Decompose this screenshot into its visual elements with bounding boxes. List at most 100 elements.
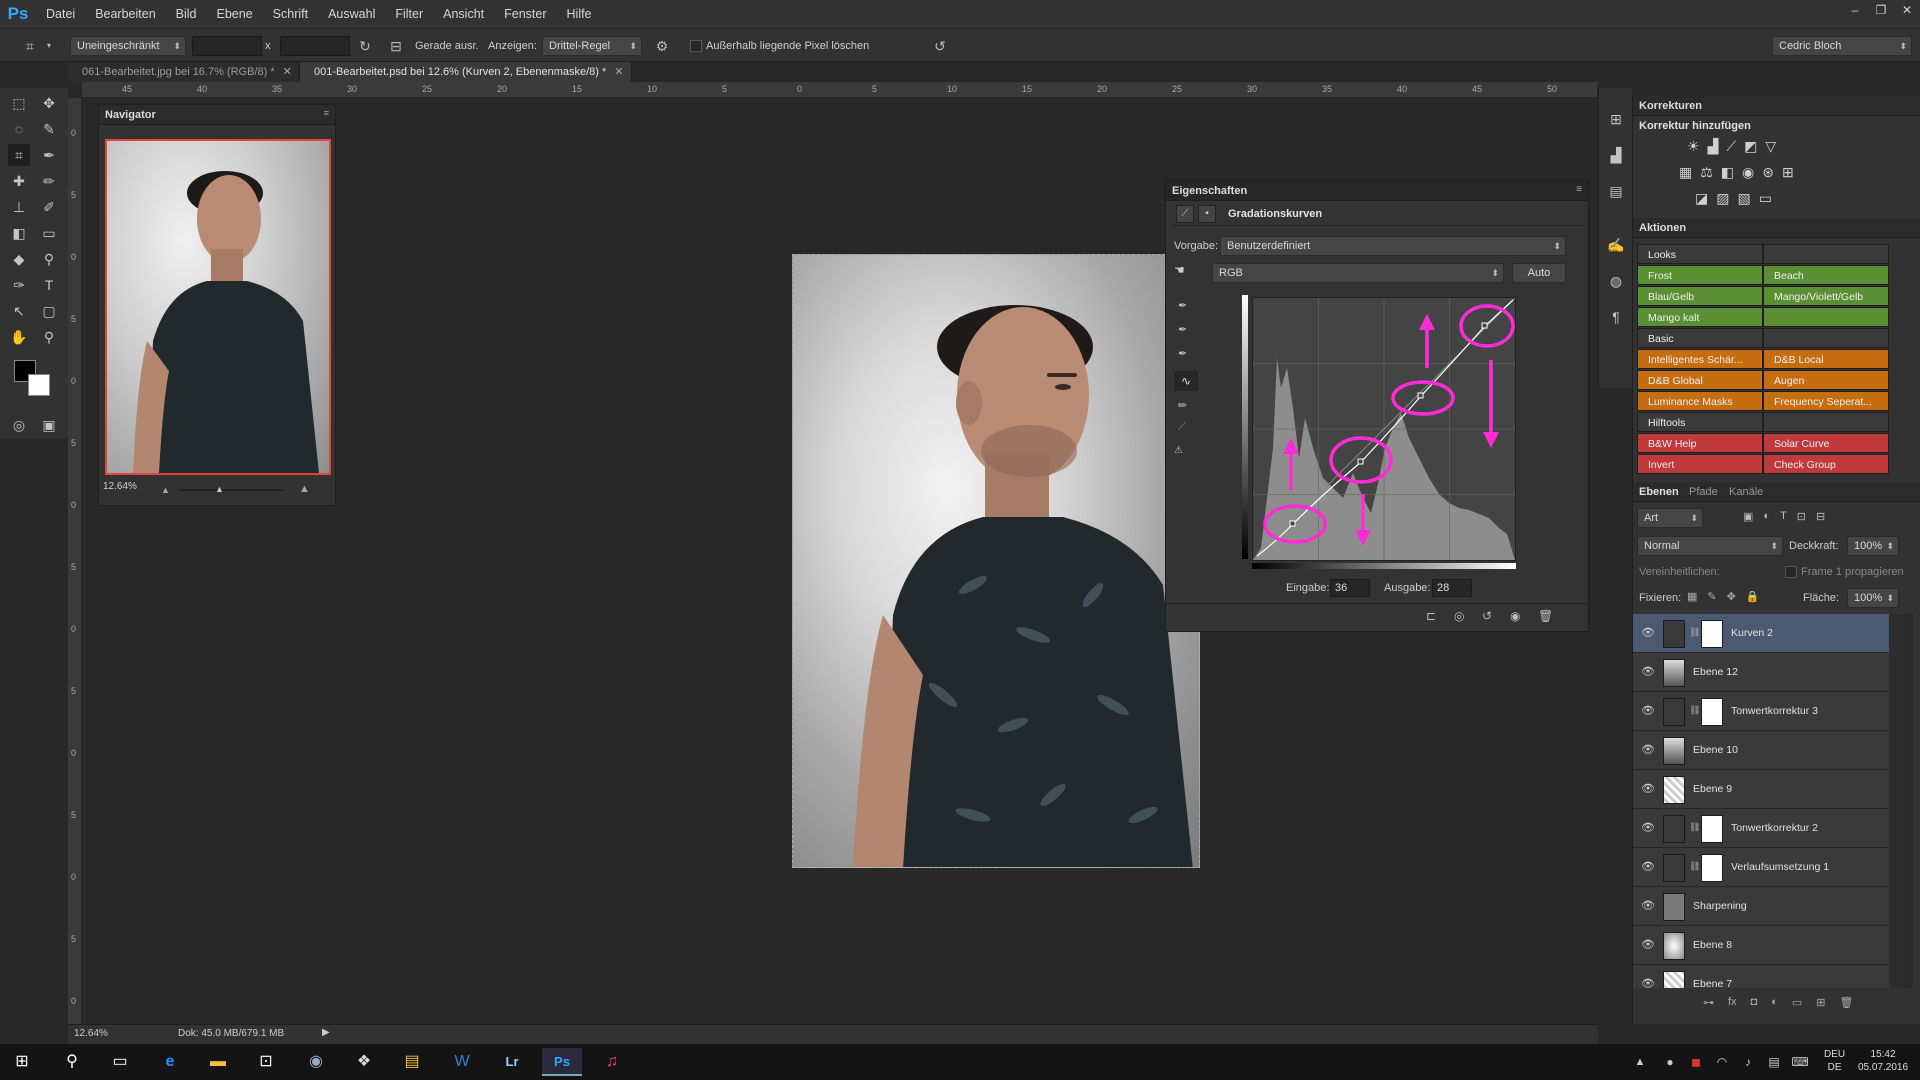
layer-row[interactable]: 👁 ⛓ Verlaufsumsetzung 1 bbox=[1633, 848, 1889, 887]
delete-icon[interactable]: 🗑 bbox=[1538, 609, 1553, 623]
preset-select[interactable]: Benutzerdefiniert bbox=[1220, 236, 1566, 256]
layer-row[interactable]: 👁 ⛓ Tonwertkorrektur 3 bbox=[1633, 692, 1889, 731]
gray-point-eyedropper-icon[interactable]: ✒ bbox=[1178, 323, 1187, 336]
auto-button[interactable]: Auto bbox=[1512, 263, 1566, 283]
propagate-checkbox[interactable] bbox=[1785, 566, 1797, 578]
action-button[interactable] bbox=[1763, 244, 1889, 264]
smooth-curve-icon[interactable]: ⟋ bbox=[1178, 421, 1186, 434]
language-code[interactable]: DEU bbox=[1824, 1048, 1845, 1061]
menu-bild[interactable]: Bild bbox=[166, 0, 207, 28]
opacity-input[interactable]: 100% bbox=[1847, 536, 1899, 556]
layer-filter-select[interactable]: Art bbox=[1637, 508, 1703, 528]
path-select-tool-icon[interactable]: ↖ bbox=[8, 300, 30, 322]
levels-icon[interactable]: ▟ bbox=[1708, 138, 1719, 155]
mask-icon[interactable]: ▪ bbox=[1198, 205, 1216, 223]
straighten-icon[interactable]: ⊟ bbox=[386, 36, 406, 56]
action-button[interactable]: D&B Global bbox=[1637, 370, 1763, 390]
swap-icon[interactable]: ↻ bbox=[355, 36, 375, 56]
action-button[interactable]: Luminance Masks bbox=[1637, 391, 1763, 411]
filter-shape-icon[interactable]: ⊡ bbox=[1797, 510, 1806, 523]
clipping-warning-icon[interactable]: ⚠ bbox=[1174, 445, 1183, 456]
action-button[interactable]: D&B Local bbox=[1763, 349, 1889, 369]
height-input[interactable] bbox=[280, 36, 350, 56]
lock-all-icon[interactable]: 🔒 bbox=[1746, 590, 1760, 603]
histogram-panel-icon[interactable]: ▟ bbox=[1605, 144, 1627, 166]
navigator-zoom-value[interactable]: 12.64% bbox=[103, 481, 137, 492]
action-button[interactable]: Mango/Violett/Gelb bbox=[1763, 286, 1889, 306]
action-button[interactable]: Beach bbox=[1763, 265, 1889, 285]
tab-document-1[interactable]: 061-Bearbeitet.jpg bei 16.7% (RGB/8) * ✕ bbox=[68, 62, 300, 82]
blur-tool-icon[interactable]: ◆ bbox=[8, 248, 30, 270]
action-button[interactable]: Intelligentes Schär... bbox=[1637, 349, 1763, 369]
view-previous-icon[interactable]: ◎ bbox=[1454, 609, 1464, 623]
panel-menu-icon[interactable]: ≡ bbox=[324, 108, 329, 118]
color-lookup-icon[interactable]: ⊞ bbox=[1782, 164, 1794, 181]
brush-panel-icon[interactable]: ✍ bbox=[1605, 234, 1627, 256]
link-layers-icon[interactable]: ⊶ bbox=[1703, 996, 1714, 1009]
stamp-tool-icon[interactable]: ⊥ bbox=[8, 196, 30, 218]
eye-icon[interactable]: 👁 bbox=[1641, 938, 1655, 952]
gradient-map-icon[interactable]: ▭ bbox=[1759, 190, 1772, 207]
ratio-select[interactable]: Uneingeschränkt bbox=[70, 36, 186, 56]
filter-type-icon[interactable]: T bbox=[1780, 510, 1787, 523]
background-color-swatch[interactable] bbox=[28, 374, 50, 396]
gradient-tool-icon[interactable]: ▭ bbox=[38, 222, 60, 244]
lock-position-icon[interactable]: ✥ bbox=[1727, 590, 1736, 603]
filter-pixel-icon[interactable]: ▣ bbox=[1743, 510, 1753, 523]
clock-time[interactable]: 15:42 bbox=[1858, 1048, 1908, 1061]
layer-row[interactable]: 👁 Ebene 8 bbox=[1633, 926, 1889, 965]
link-icon[interactable]: ⛓ bbox=[1689, 861, 1700, 872]
vibrance-icon[interactable]: ▽ bbox=[1765, 138, 1776, 155]
action-button[interactable]: Mango kalt bbox=[1637, 307, 1763, 327]
link-icon[interactable]: ⛓ bbox=[1689, 822, 1700, 833]
reset-icon[interactable]: ↺ bbox=[930, 36, 950, 56]
eye-icon[interactable]: 👁 bbox=[1641, 665, 1655, 679]
action-button[interactable]: Augen bbox=[1763, 370, 1889, 390]
eye-icon[interactable]: 👁 bbox=[1641, 782, 1655, 796]
visibility-icon[interactable]: ◉ bbox=[1510, 609, 1520, 623]
black-point-eyedropper-icon[interactable]: ✒ bbox=[1178, 299, 1187, 312]
panel-menu-icon[interactable]: ≡ bbox=[1576, 184, 1582, 195]
curve-point-tool-icon[interactable]: ∿ bbox=[1174, 371, 1198, 391]
gear-icon[interactable]: ⚙ bbox=[652, 36, 672, 56]
app-icon-1[interactable]: ❖ bbox=[344, 1048, 384, 1076]
eye-icon[interactable]: 👁 bbox=[1641, 899, 1655, 913]
layer-thumbnail[interactable] bbox=[1663, 971, 1685, 988]
menu-bearbeiten[interactable]: Bearbeiten bbox=[85, 0, 165, 28]
tab-document-2[interactable]: 001-Bearbeitet.psd bei 12.6% (Kurven 2, … bbox=[300, 62, 632, 82]
add-mask-icon[interactable]: ◘ bbox=[1751, 996, 1758, 1009]
edge-icon[interactable]: e bbox=[150, 1048, 190, 1076]
crop-tool-icon[interactable]: ⌗ bbox=[20, 36, 40, 56]
curves-adj-icon[interactable]: ⟋ bbox=[1726, 138, 1736, 155]
action-button[interactable]: Solar Curve bbox=[1763, 433, 1889, 453]
action-button[interactable]: Basic bbox=[1637, 328, 1763, 348]
task-view-icon[interactable]: ▭ bbox=[100, 1048, 140, 1076]
action-button[interactable] bbox=[1763, 307, 1889, 327]
curve-pencil-icon[interactable]: ✏ bbox=[1178, 399, 1187, 412]
link-icon[interactable]: ⛓ bbox=[1689, 705, 1700, 716]
keyboard-icon[interactable]: ⌨ bbox=[1780, 1048, 1820, 1076]
filter-adjust-icon[interactable]: ◐ bbox=[1763, 510, 1770, 523]
layer-mask-thumbnail[interactable] bbox=[1701, 620, 1723, 648]
lightroom-icon[interactable]: Lr bbox=[492, 1048, 532, 1076]
app-icon-2[interactable]: ▤ bbox=[392, 1048, 432, 1076]
menu-auswahl[interactable]: Auswahl bbox=[318, 0, 385, 28]
clone-source-icon[interactable]: ◍ bbox=[1605, 270, 1627, 292]
layer-mask-thumbnail[interactable] bbox=[1701, 854, 1723, 882]
tab-paths[interactable]: Pfade bbox=[1689, 482, 1718, 502]
close-button[interactable]: ✕ bbox=[1894, 0, 1920, 20]
action-button[interactable]: Looks bbox=[1637, 244, 1763, 264]
adjustment-thumbnail-icon[interactable] bbox=[1663, 815, 1685, 843]
layer-row[interactable]: 👁 ⛓ Kurven 2 bbox=[1633, 614, 1889, 653]
action-button[interactable]: Hilftools bbox=[1637, 412, 1763, 432]
layer-row[interactable]: 👁 Ebene 7 bbox=[1633, 965, 1889, 988]
info-panel-icon[interactable]: ▤ bbox=[1605, 180, 1627, 202]
layer-thumbnail[interactable] bbox=[1663, 659, 1685, 687]
curves-graph[interactable] bbox=[1252, 297, 1516, 561]
hue-sat-icon[interactable]: ▦ bbox=[1679, 164, 1692, 181]
adjustment-thumbnail-icon[interactable] bbox=[1663, 620, 1685, 648]
lock-pixels-icon[interactable]: ✎ bbox=[1707, 590, 1716, 603]
menu-hilfe[interactable]: Hilfe bbox=[557, 0, 602, 28]
layer-row[interactable]: 👁 Ebene 10 bbox=[1633, 731, 1889, 770]
eye-icon[interactable]: 👁 bbox=[1641, 626, 1655, 640]
